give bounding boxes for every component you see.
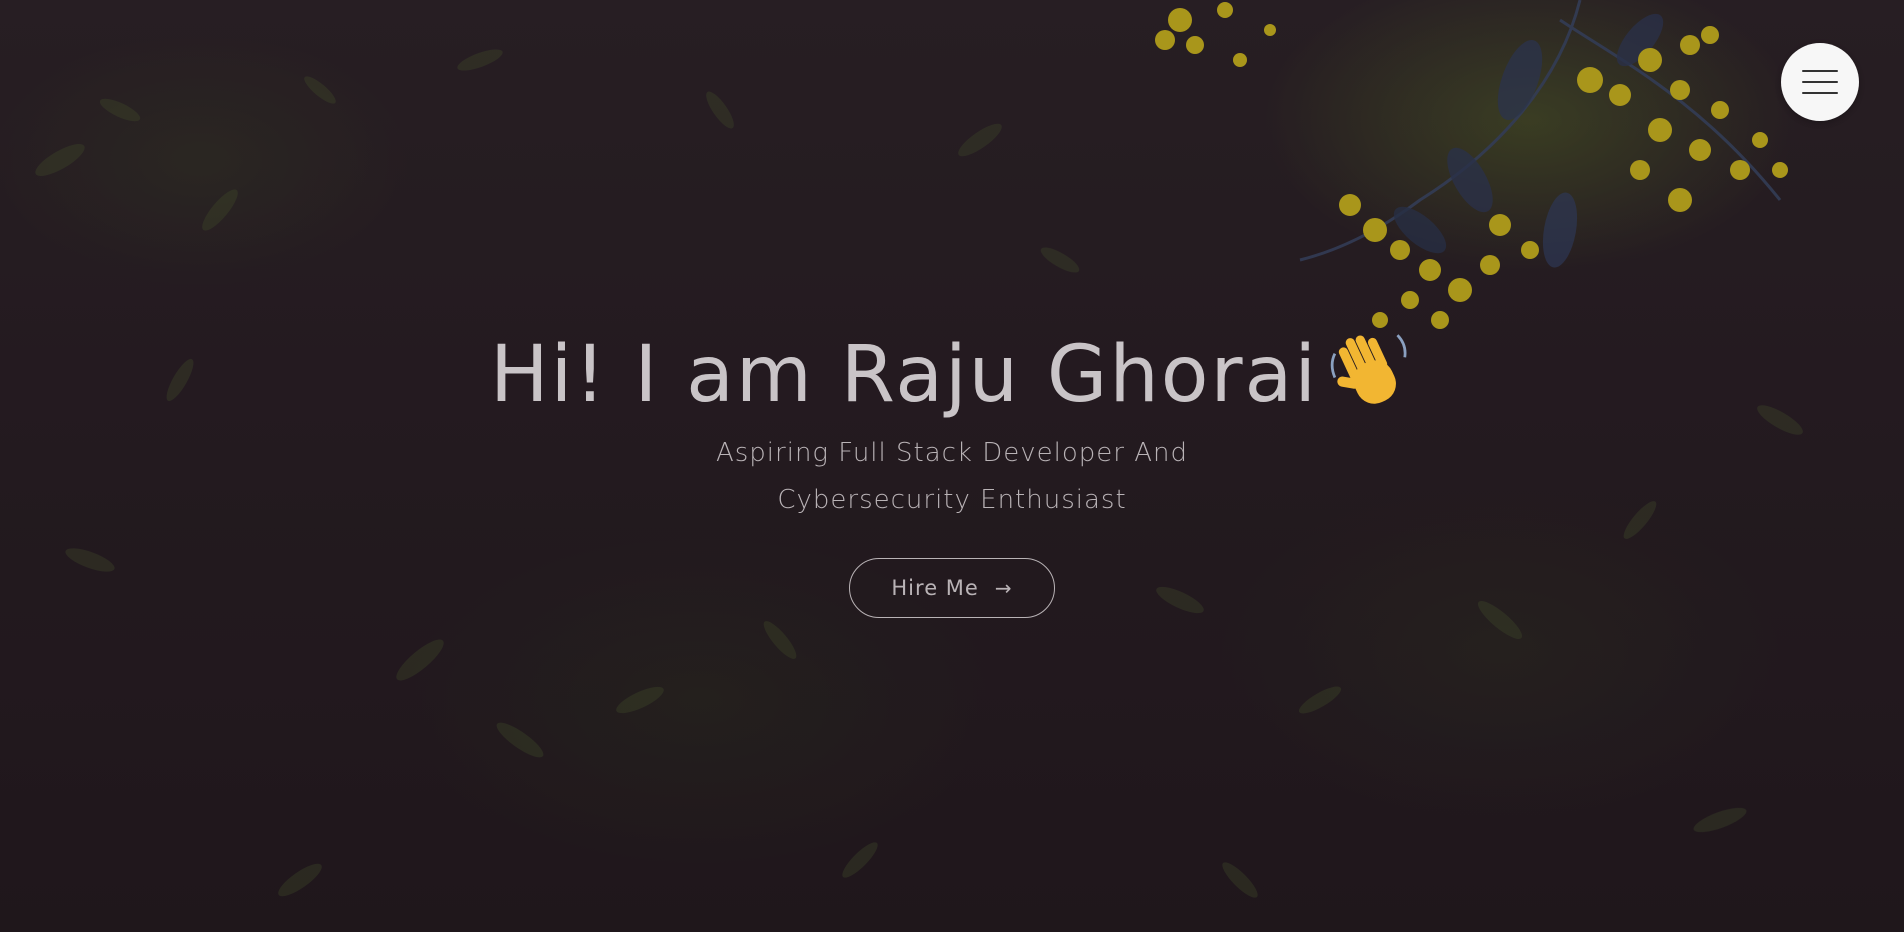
hire-me-label: Hire Me (891, 576, 979, 600)
hero-subtitle: Aspiring Full Stack Developer And Cybers… (672, 430, 1232, 524)
hero-section: Hi! I am Raju Ghorai Aspiring Full Stack… (0, 0, 1904, 932)
arrow-right-icon: → (994, 576, 1013, 600)
hero-subtitle-line-1: Aspiring Full Stack Developer And (715, 438, 1189, 468)
hero-title-text: Hi! I am Raju Ghorai (489, 330, 1319, 420)
hero-subtitle-line-2: Cybersecurity Enthusiast (777, 485, 1127, 515)
hire-me-button[interactable]: Hire Me → (849, 558, 1055, 618)
hamburger-icon (1802, 70, 1838, 94)
menu-button[interactable] (1781, 43, 1859, 121)
hero-title: Hi! I am Raju Ghorai (0, 320, 1904, 430)
waving-hand-icon (1330, 333, 1407, 404)
hero-content: Hi! I am Raju Ghorai Aspiring Full Stack… (0, 320, 1904, 618)
